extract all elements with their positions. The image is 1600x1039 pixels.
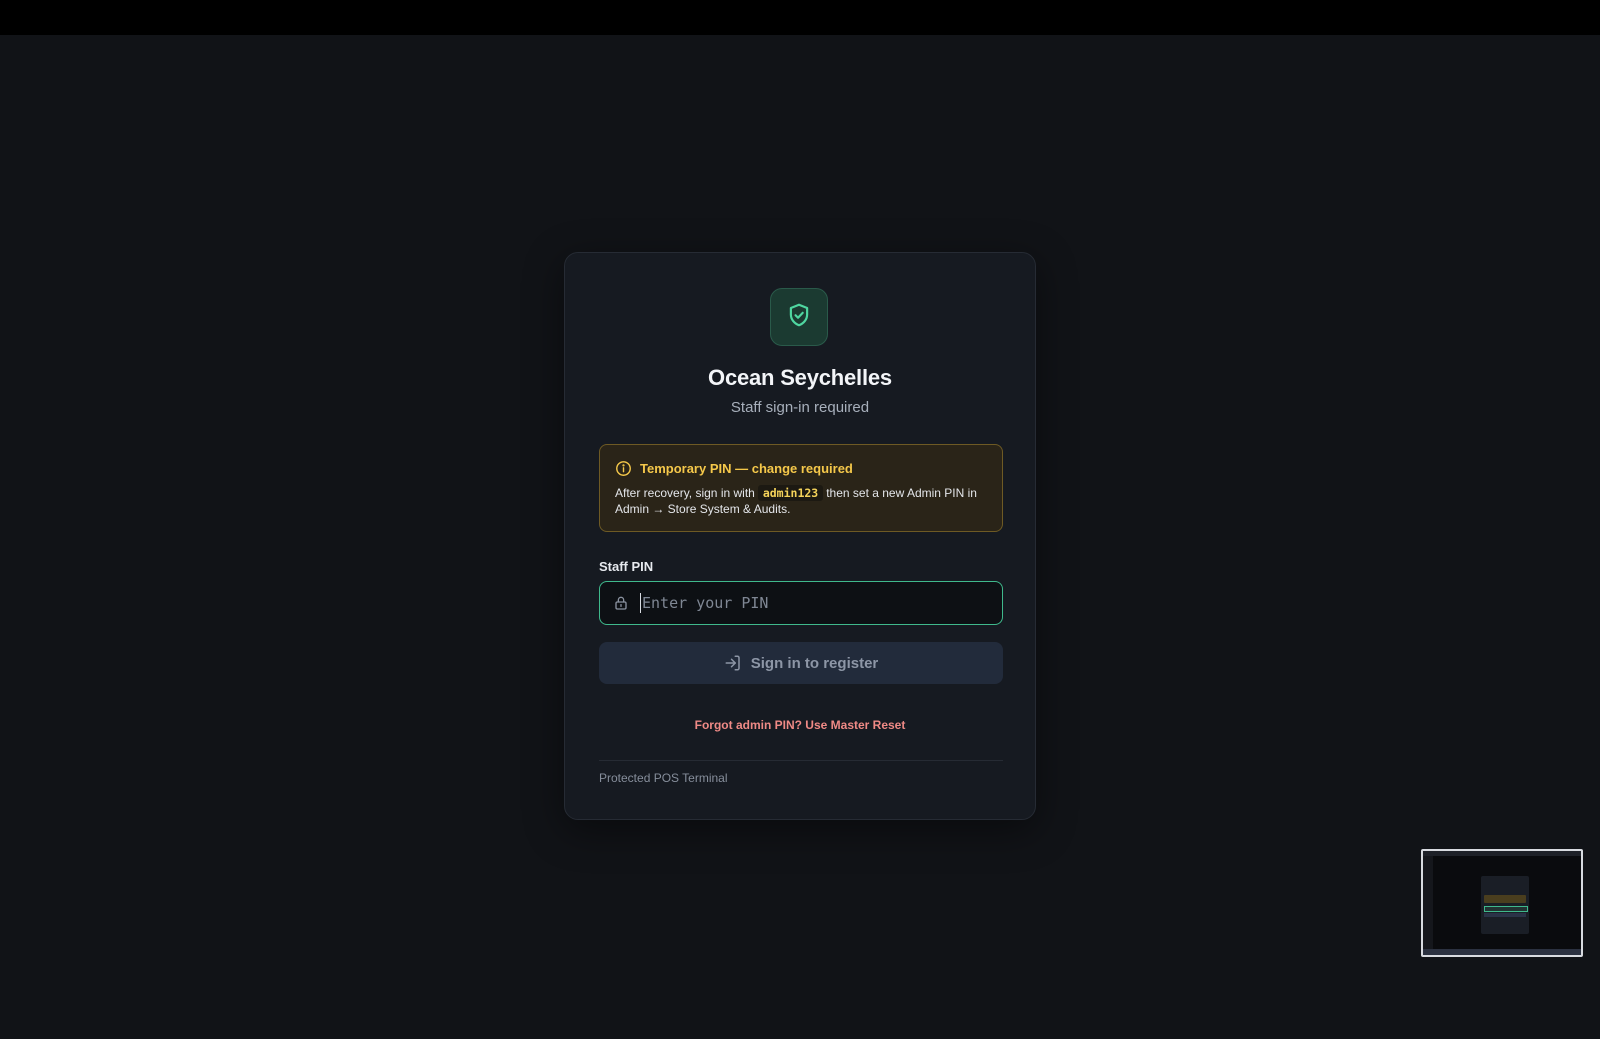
master-reset-link[interactable]: Forgot admin PIN? Use Master Reset <box>565 718 1035 732</box>
info-circle-icon <box>615 460 632 477</box>
alert-title: Temporary PIN — change required <box>640 461 853 476</box>
sign-in-label: Sign in to register <box>750 654 879 672</box>
page-title: Ocean Seychelles <box>708 365 892 390</box>
shield-check-icon <box>786 302 812 333</box>
thumbnail-alert <box>1484 895 1526 903</box>
sign-in-button[interactable]: Sign in to register <box>599 642 1003 684</box>
thumbnail-menubar <box>1423 851 1581 856</box>
page-subtitle: Staff sign-in required <box>730 399 870 416</box>
lock-icon <box>612 594 630 612</box>
pin-input[interactable] <box>640 593 1002 613</box>
alert-header: Temporary PIN — change required <box>615 460 986 477</box>
footer-text: Protected POS Terminal <box>599 771 728 785</box>
thumbnail-field <box>1484 906 1528 912</box>
temporary-pin-code: admin123 <box>757 485 824 501</box>
thumbnail-card <box>1481 876 1529 934</box>
sign-in-icon <box>724 654 742 672</box>
brand-badge <box>770 288 828 346</box>
alert-text-before: After recovery, sign in with <box>615 486 755 500</box>
alert-body: After recovery, sign in with admin123 then… <box>615 485 986 517</box>
thumbnail-dock <box>1423 949 1581 955</box>
thumbnail-button <box>1484 913 1526 917</box>
divider <box>599 760 1003 761</box>
pin-field[interactable] <box>599 581 1003 625</box>
pin-label: Staff PIN <box>599 559 654 574</box>
screenshot-thumbnail[interactable] <box>1421 849 1583 957</box>
temporary-pin-alert: Temporary PIN — change required After re… <box>599 444 1003 532</box>
top-bar <box>0 0 1600 35</box>
signin-card: Ocean Seychelles Staff sign-in required … <box>564 252 1036 820</box>
thumbnail-sidebar <box>1423 856 1433 950</box>
